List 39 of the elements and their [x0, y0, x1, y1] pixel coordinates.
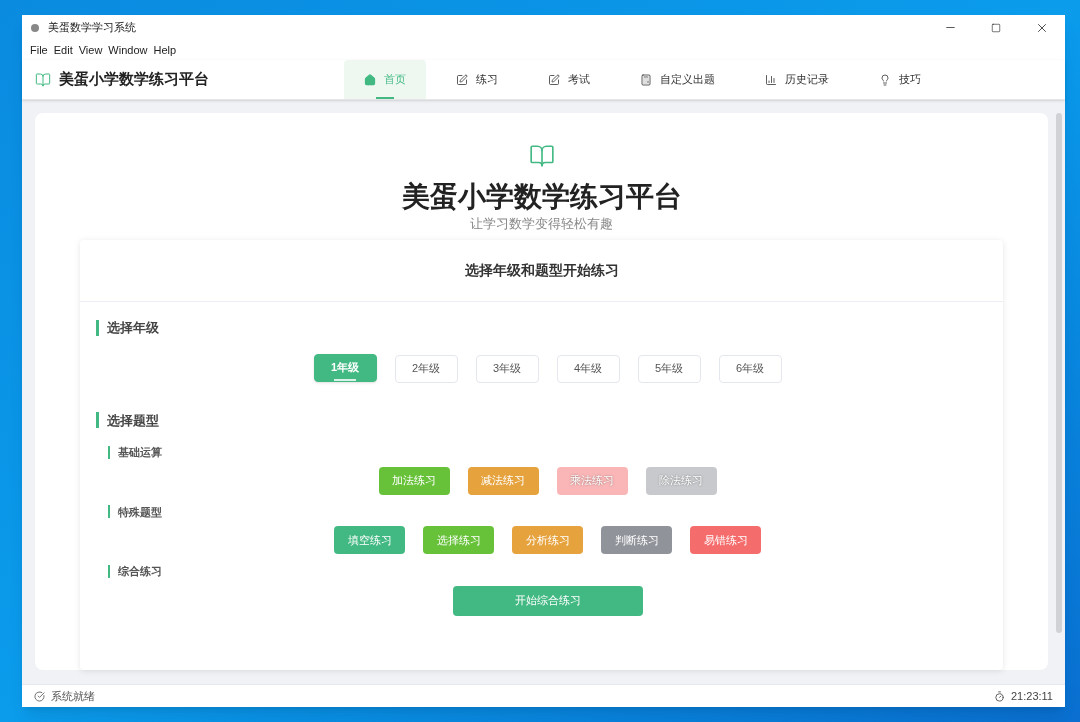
edit-icon — [548, 73, 560, 86]
grade-option[interactable]: 6年级 — [718, 354, 782, 383]
book-icon — [35, 71, 51, 88]
window-title: 美蛋数学学习系统 — [48, 20, 136, 36]
menu-item[interactable]: View — [75, 41, 106, 59]
grade-option[interactable]: 4年级 — [556, 354, 620, 383]
check-circle-icon — [34, 690, 45, 702]
section-heading: 选择题型 — [107, 411, 159, 430]
grade-option[interactable]: 2年级 — [394, 354, 458, 383]
app-brand: 美蛋小学数学练习平台 — [59, 69, 209, 90]
nav-tab[interactable]: 考试 — [528, 60, 610, 99]
section-heading: 综合练习 — [118, 564, 162, 579]
app-icon — [30, 22, 40, 33]
menu-item[interactable]: Help — [150, 41, 180, 59]
maximize-icon — [991, 22, 1001, 33]
lightbulb-icon — [879, 73, 891, 86]
nav-tab[interactable]: 技巧 — [859, 60, 941, 99]
nav-tab[interactable]: 历史记录 — [745, 60, 849, 99]
grade-option[interactable]: 5年级 — [637, 354, 701, 383]
panel-title: 选择年级和题型开始练习 — [464, 261, 619, 280]
menu-item[interactable]: File — [27, 41, 51, 59]
section-heading: 基础运算 — [118, 445, 162, 460]
page-title: 美蛋小学数学练习平台 — [401, 180, 682, 214]
timer-icon — [994, 690, 1005, 702]
bar-chart-icon — [765, 73, 777, 86]
menu-item[interactable]: Edit — [50, 41, 76, 59]
section-heading: 选择年级 — [107, 319, 159, 337]
scrollbar[interactable] — [1056, 113, 1062, 633]
status-message: 系统就绪 — [51, 688, 95, 704]
nav-tab[interactable]: 练习 — [436, 60, 518, 99]
grade-option[interactable]: 3年级 — [475, 354, 539, 383]
calculator-icon — [640, 73, 652, 86]
nav-tab[interactable]: 自定义出题 — [620, 60, 735, 99]
status-time: 21:23:11 — [1011, 688, 1053, 704]
section-heading: 特殊题型 — [118, 504, 162, 520]
edit-icon — [456, 73, 468, 86]
page-subtitle: 让学习数学变得轻松有趣 — [470, 215, 613, 233]
home-icon — [364, 73, 376, 86]
menu-item[interactable]: Window — [105, 41, 151, 59]
